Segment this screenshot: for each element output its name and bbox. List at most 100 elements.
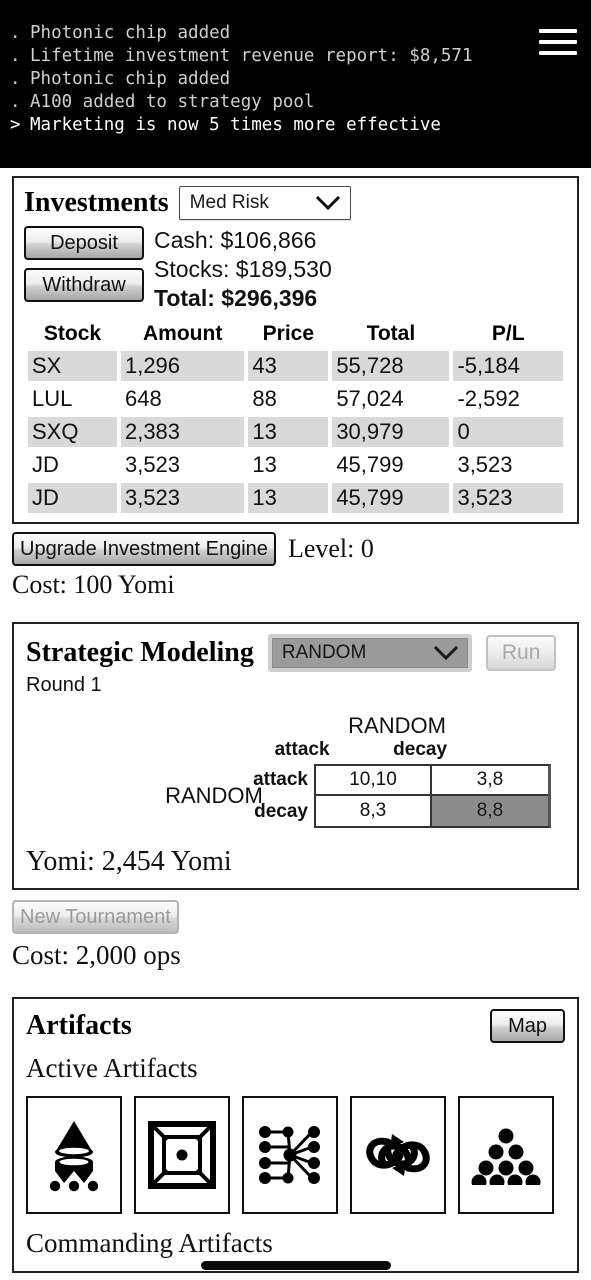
column-header-total: Total [366, 322, 416, 345]
matrix-grid: 10,10 3,8 8,3 8,8 [314, 764, 551, 828]
neural-network-artifact-icon [254, 1122, 326, 1188]
matrix-col-header-attack: attack [274, 739, 330, 760]
column-header-amount: Amount [143, 322, 223, 345]
artifact-tile[interactable] [350, 1096, 446, 1214]
dot-pyramid-artifact-icon [471, 1125, 541, 1185]
cell-pl: 3,523 [453, 483, 563, 513]
cell-stock: LUL [32, 386, 73, 411]
cell-total: 57,024 [336, 386, 404, 411]
cell-pl: 0 [453, 417, 563, 447]
cell-amount: 3,523 [120, 483, 245, 513]
hamburger-menu-icon[interactable] [539, 27, 577, 57]
payoff-matrix-wrap: RANDOM attack decay RANDOM attack decay [26, 713, 565, 828]
console-line-marker: . [10, 69, 21, 89]
matrix-cell-attack-decay[interactable]: 3,8 [432, 766, 548, 796]
artifacts-header: Artifacts Map [26, 1009, 565, 1043]
cell-stock: JD [32, 452, 59, 477]
hamburger-bar [539, 40, 577, 44]
matrix-row-header-attack: attack [253, 769, 308, 790]
matrix-cell-attack-attack[interactable]: 10,10 [316, 766, 432, 796]
cell-price: 13 [248, 483, 329, 513]
investment-upgrade-cost: Cost: 100 Yomi [12, 570, 175, 599]
risk-level-select[interactable]: Med Risk [178, 186, 351, 220]
cell-price: 43 [248, 351, 329, 381]
round-label: Round 1 [26, 674, 102, 696]
investments-title: Investments [24, 187, 169, 218]
artifact-tile[interactable] [134, 1096, 230, 1214]
chevron-down-icon [433, 645, 458, 661]
cell-total: 55,728 [332, 351, 450, 381]
artifacts-title: Artifacts [26, 1010, 132, 1041]
cone-tripod-artifact-icon [42, 1117, 106, 1193]
table-header-row: Stock Amount Price Total P/L [28, 322, 563, 348]
investments-header: Investments Med Risk [24, 186, 567, 220]
column-header-pl: P/L [491, 322, 525, 345]
matrix-row: 8,3 8,8 [316, 796, 548, 826]
artifact-tile[interactable] [242, 1096, 338, 1214]
console-line-text: Photonic chip added [30, 23, 231, 43]
console-line-marker: > [10, 115, 21, 135]
cell-amount: 2,383 [120, 417, 245, 447]
matrix-cell-decay-attack[interactable]: 8,3 [316, 796, 432, 826]
cash-value: Cash: $106,866 [154, 227, 317, 253]
cell-stock: JD [28, 483, 117, 513]
investments-summary: Deposit Withdraw Cash: $106,866 Stocks: … [24, 226, 567, 313]
cell-total: 45,799 [332, 483, 450, 513]
withdraw-button[interactable]: Withdraw [24, 268, 144, 302]
active-artifacts-row [26, 1096, 565, 1214]
opponent-value: RANDOM [281, 642, 367, 663]
hamburger-bar [539, 29, 577, 33]
investments-balances: Cash: $106,866 Stocks: $189,530 Total: $… [154, 226, 332, 313]
console-line: . Photonic chip added [10, 68, 591, 91]
risk-level-value: Med Risk [189, 192, 269, 213]
matrix-row-headers: attack decay [253, 764, 314, 828]
investment-engine-level: Level: 0 [287, 534, 374, 563]
matrix-row: 10,10 3,8 [316, 766, 548, 796]
stocks-value: Stocks: $189,530 [154, 256, 332, 282]
console-line-text: Marketing is now 5 times more effective [30, 115, 441, 135]
cell-amount: 648 [124, 386, 162, 411]
console-line: . A100 added to strategy pool [10, 91, 591, 114]
active-artifacts-label: Active Artifacts [26, 1053, 198, 1083]
run-button[interactable]: Run [485, 635, 557, 671]
new-tournament-button[interactable]: New Tournament [12, 900, 179, 934]
payoff-matrix: RANDOM attack decay RANDOM attack decay [165, 713, 551, 828]
chevron-down-icon [315, 195, 340, 211]
column-header-stock: Stock [43, 322, 102, 345]
nested-square-artifact-icon [148, 1121, 216, 1189]
artifact-tile[interactable] [458, 1096, 554, 1214]
cell-pl: -2,592 [457, 386, 520, 411]
investments-actions: Deposit Withdraw [24, 226, 144, 302]
column-header-price: Price [262, 322, 315, 345]
cell-stock: SX [28, 351, 117, 381]
matrix-row-header-decay: decay [254, 801, 308, 822]
deposit-button[interactable]: Deposit [24, 226, 144, 260]
console-line-marker: . [10, 46, 21, 66]
artifact-tile[interactable] [26, 1096, 122, 1214]
cell-pl: -5,184 [453, 351, 563, 381]
table-row[interactable]: LUL 648 88 57,024 -2,592 [28, 384, 563, 414]
new-tournament-cost: Cost: 2,000 ops [12, 940, 181, 970]
hamburger-bar [539, 51, 577, 55]
cell-total: 45,799 [336, 452, 404, 477]
table-row[interactable]: SX 1,296 43 55,728 -5,184 [28, 351, 563, 381]
total-value: Total: $296,396 [154, 285, 318, 311]
commanding-artifacts-label: Commanding Artifacts [26, 1228, 273, 1258]
map-button[interactable]: Map [490, 1009, 565, 1043]
home-indicator [200, 1261, 391, 1270]
matrix-cell-decay-decay[interactable]: 8,8 [432, 796, 548, 826]
console-line-marker: . [10, 23, 21, 43]
upgrade-investment-engine-button[interactable]: Upgrade Investment Engine [12, 532, 276, 566]
table-row[interactable]: JD 3,523 13 45,799 3,523 [28, 483, 563, 513]
table-row[interactable]: SXQ 2,383 13 30,979 0 [28, 417, 563, 447]
strategic-modeling-panel: Strategic Modeling RANDOM Run Round 1 RA… [12, 622, 579, 890]
cell-amount: 3,523 [124, 452, 181, 477]
table-row[interactable]: JD 3,523 13 45,799 3,523 [28, 450, 563, 480]
console-log: . Photonic chip added . Lifetime investmen… [0, 0, 591, 168]
cell-price: 13 [252, 452, 277, 477]
opponent-select[interactable]: RANDOM [267, 634, 472, 672]
upgrade-row: Upgrade Investment Engine Level: 0 [12, 532, 579, 566]
cell-stock: SXQ [28, 417, 117, 447]
cell-amount: 1,296 [120, 351, 245, 381]
console-line-text: Photonic chip added [30, 69, 231, 89]
